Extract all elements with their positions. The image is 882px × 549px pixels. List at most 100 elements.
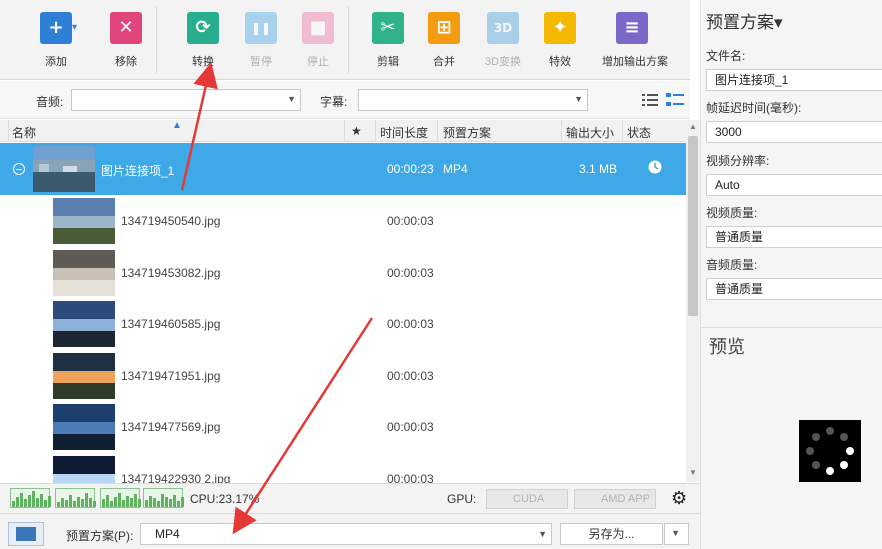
scroll-up-icon[interactable]: ▲	[686, 120, 700, 134]
subtitle-select[interactable]: ▼	[358, 89, 588, 111]
preset-panel: 预置方案▾ 文件名: 图片连接项_1 帧延迟时间(毫秒): 3000 视频分辨率…	[700, 0, 882, 549]
amd-label: AMD APP	[601, 493, 650, 505]
toolbar-button-2[interactable]: ⟳ 转换	[173, 8, 233, 74]
table-row[interactable]: 134719477569.jpg 00:00:03	[0, 401, 686, 453]
resolution-field[interactable]: Auto	[706, 174, 882, 196]
toolbar-button-6[interactable]: ⊞ 合并	[414, 8, 474, 74]
preset-label: 预置方案(P):	[66, 529, 134, 543]
group-size: 3.1 MB	[579, 162, 618, 176]
item-duration: 00:00:03	[387, 368, 434, 383]
loading-spinner-icon	[799, 420, 861, 482]
scroll-down-icon[interactable]: ▼	[686, 466, 700, 480]
scroll-thumb[interactable]	[688, 136, 698, 316]
table-row[interactable]: 134719453082.jpg 00:00:03	[0, 247, 686, 299]
spinner-dot	[826, 427, 834, 435]
toolbar-button-0[interactable]: + 添加 ▾	[26, 8, 86, 74]
save-as-dropdown[interactable]: ▼	[664, 523, 689, 545]
toolbar-separator	[156, 6, 157, 74]
item-name: 134719453082.jpg	[121, 265, 221, 280]
toolbar-button-label: 合并	[433, 56, 455, 68]
item-name: 134719450540.jpg	[121, 214, 221, 228]
audio-select[interactable]: ▼	[71, 89, 301, 111]
table-row-group[interactable]: 图片连接项_1 00:00:23 MP4 3.1 MB	[0, 143, 686, 195]
toolbar-button-4[interactable]: ■ 停止	[288, 8, 348, 74]
column-output-size[interactable]: 输出大小	[566, 124, 614, 141]
image-thumbnail	[53, 249, 115, 296]
subtitle-label: 字幕:	[320, 95, 348, 109]
toolbar-button-label: 增加输出方案	[602, 56, 668, 68]
toolbar-button-7[interactable]: 3D 3D变换	[473, 8, 533, 74]
cpu-meter	[100, 488, 141, 508]
video-quality-label: 视频质量:	[706, 206, 758, 220]
sort-ascending-icon: ▲	[172, 120, 182, 131]
column-star[interactable]: ★	[351, 124, 362, 138]
vertical-scrollbar[interactable]: ▲ ▼	[686, 120, 700, 482]
cuda-button[interactable]: CUDA	[486, 489, 568, 509]
item-duration: 00:00:03	[387, 471, 434, 484]
list-view-icon[interactable]	[642, 93, 658, 107]
cpu-meter	[10, 488, 51, 508]
preset-select[interactable]: MP4 ▼	[140, 523, 552, 545]
table-row[interactable]: 134719450540.jpg 00:00:03	[0, 195, 686, 247]
toolbar-button-label: 停止	[307, 56, 329, 68]
add-output-icon: ≡	[616, 12, 648, 44]
item-name: 134719460585.jpg	[121, 317, 221, 331]
chevron-down-icon: ▼	[671, 528, 680, 538]
table-row[interactable]: 134719471951.jpg 00:00:03	[0, 350, 686, 402]
toolbar-button-1[interactable]: ✕ 移除	[96, 8, 156, 74]
app-window: + 添加 ▾ ✕ 移除 ⟳ 转换 ❚❚ 暂停 ■ 停止 ✂ 剪辑 ⊞ 合并 3D 3D变换 ✦ 特效 ≡ 增加输出方案 …	[0, 0, 882, 549]
cpu-usage: CPU:23.17%	[190, 492, 260, 506]
save-as-button[interactable]: 另存为...	[560, 523, 663, 545]
3d-icon: 3D	[487, 12, 519, 44]
toolbar-button-9[interactable]: ≡ 增加输出方案	[602, 8, 668, 74]
film-icon	[8, 522, 44, 546]
preset-value: MP4	[155, 527, 180, 541]
status-bar: CPU:23.17% GPU: CUDA AMD APP ⚙	[0, 483, 700, 513]
detail-view-icon[interactable]	[666, 93, 684, 107]
item-duration: 00:00:03	[387, 317, 434, 331]
file-list: 图片连接项_1 00:00:23 MP4 3.1 MB 134719450540…	[0, 143, 686, 483]
item-name: 134719422930 2.jpg	[121, 471, 231, 484]
chevron-down-icon: ▼	[538, 529, 547, 539]
scissors-icon: ✂	[372, 12, 404, 44]
filename-field[interactable]: 图片连接项_1	[706, 69, 882, 91]
column-preset[interactable]: 预置方案	[443, 124, 491, 141]
toolbar-separator	[348, 6, 349, 74]
table-header: 名称 ▲ ★ 时间长度 预置方案 输出大小 状态	[0, 120, 686, 142]
gear-icon[interactable]: ⚙	[671, 490, 687, 508]
image-thumbnail	[53, 352, 115, 399]
item-name: 134719477569.jpg	[121, 420, 221, 434]
clock-icon	[648, 160, 662, 174]
amd-app-button[interactable]: AMD APP	[574, 489, 656, 509]
toolbar-button-3[interactable]: ❚❚ 暂停	[231, 8, 291, 74]
spinner-dot	[846, 447, 854, 455]
merge-icon: ⊞	[428, 12, 460, 44]
collapse-icon[interactable]	[13, 163, 25, 175]
group-name: 图片连接项_1	[101, 164, 175, 178]
toolbar-button-5[interactable]: ✂ 剪辑	[358, 8, 418, 74]
toolbar-button-label: 转换	[192, 56, 214, 68]
frame-delay-field[interactable]: 3000	[706, 121, 882, 143]
audio-quality-field[interactable]: 普通质量	[706, 278, 882, 300]
add-dropdown-icon[interactable]: ▾	[72, 22, 77, 33]
cpu-meter	[55, 488, 96, 508]
item-duration: 00:00:03	[387, 265, 434, 280]
column-status[interactable]: 状态	[627, 124, 651, 141]
group-preset: MP4	[443, 162, 468, 176]
panel-divider	[701, 327, 882, 328]
video-quality-field[interactable]: 普通质量	[706, 226, 882, 248]
image-thumbnail	[53, 404, 115, 450]
column-name[interactable]: 名称	[12, 124, 36, 141]
table-row[interactable]: 134719422930 2.jpg 00:00:03	[0, 453, 686, 484]
group-duration: 00:00:23	[387, 162, 434, 176]
toolbar-button-label: 剪辑	[377, 56, 399, 68]
image-thumbnail	[53, 198, 115, 244]
spinner-dot	[826, 467, 834, 475]
chevron-down-icon: ▼	[574, 94, 583, 104]
table-row[interactable]: 134719460585.jpg 00:00:03	[0, 298, 686, 350]
column-duration[interactable]: 时间长度	[380, 124, 428, 141]
toolbar-button-8[interactable]: ✦ 特效	[530, 8, 590, 74]
panel-title[interactable]: 预置方案▾	[706, 8, 783, 33]
spinner-dot	[840, 432, 849, 441]
chevron-down-icon: ▼	[287, 94, 296, 104]
